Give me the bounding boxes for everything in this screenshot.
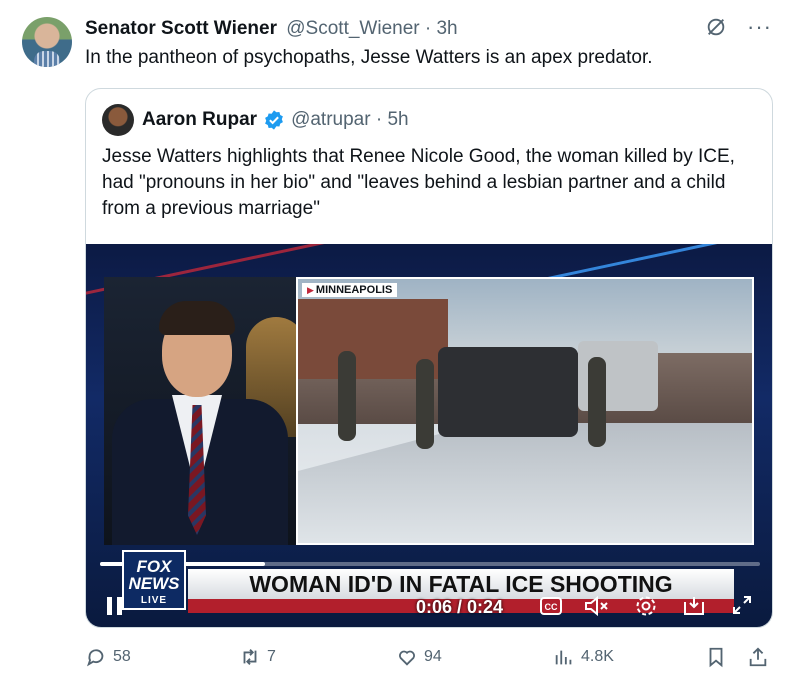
repost-button[interactable]: 7 <box>239 646 276 668</box>
share-icon <box>749 647 767 667</box>
pause-icon[interactable] <box>106 595 124 617</box>
grok-icon[interactable] <box>705 16 727 38</box>
quoted-tweet[interactable]: Aaron Rupar @atrupar · 5h Jesse Watters … <box>85 88 773 628</box>
svg-text:CC: CC <box>545 602 558 612</box>
quoted-author-handle-time[interactable]: @atrupar · 5h <box>291 109 409 131</box>
quoted-text: Jesse Watters highlights that Renee Nico… <box>102 146 735 219</box>
bookmark-button[interactable] <box>705 646 727 668</box>
location-tag: ▶ MINNEAPOLIS <box>302 283 398 297</box>
reply-icon <box>87 649 104 667</box>
mute-icon[interactable] <box>584 594 610 618</box>
quoted-author-avatar[interactable] <box>102 104 134 136</box>
repost-count: 7 <box>267 648 276 665</box>
footage-panel: ▶ MINNEAPOLIS <box>296 277 754 545</box>
anchor-panel <box>104 277 296 545</box>
more-icon[interactable]: ··· <box>747 16 772 38</box>
action-bar: 58 7 94 4.8K <box>85 646 775 672</box>
video-player[interactable]: ▶ MINNEAPOLIS FOX NEWS LIVE WOMAN ID'D IN… <box>86 244 772 627</box>
quoted-author-name[interactable]: Aaron Rupar <box>142 109 257 131</box>
tweet-text: In the pantheon of psychopaths, Jesse Wa… <box>85 47 653 68</box>
share-button[interactable] <box>747 646 769 668</box>
views-button[interactable]: 4.8K <box>553 646 614 668</box>
anchor-hair <box>159 301 235 335</box>
tweet-header: Senator Scott Wiener @Scott_Wiener · 3h <box>85 18 458 40</box>
repost-icon <box>243 649 257 665</box>
views-count: 4.8K <box>581 648 614 665</box>
author-avatar[interactable] <box>22 17 72 67</box>
bookmark-icon <box>709 647 723 668</box>
video-controls: 0:06 / 0:24 CC <box>86 589 772 623</box>
person <box>338 351 356 441</box>
tweet[interactable]: Senator Scott Wiener @Scott_Wiener · 3h … <box>0 0 800 692</box>
reply-count: 58 <box>113 648 131 665</box>
person <box>416 359 434 449</box>
header-actions: ··· <box>705 16 772 38</box>
video-progress-bar[interactable] <box>100 562 760 566</box>
pip-icon[interactable] <box>682 594 706 618</box>
like-button[interactable]: 94 <box>396 646 442 668</box>
like-icon <box>399 650 415 666</box>
views-icon <box>555 650 572 665</box>
cc-icon[interactable]: CC <box>540 596 562 616</box>
video-time: 0:06 / 0:24 <box>416 597 504 617</box>
quoted-header: Aaron Rupar @atrupar · 5h <box>142 109 409 131</box>
reply-button[interactable]: 58 <box>85 646 131 668</box>
author-name[interactable]: Senator Scott Wiener <box>85 18 277 39</box>
verified-icon <box>265 110 283 130</box>
person <box>588 357 606 447</box>
suv <box>438 347 578 437</box>
like-count: 94 <box>424 648 442 665</box>
gear-icon[interactable] <box>634 594 658 618</box>
fullscreen-icon[interactable] <box>731 594 753 616</box>
author-handle-time[interactable]: @Scott_Wiener · 3h <box>286 18 457 39</box>
snowy-road <box>298 423 752 543</box>
